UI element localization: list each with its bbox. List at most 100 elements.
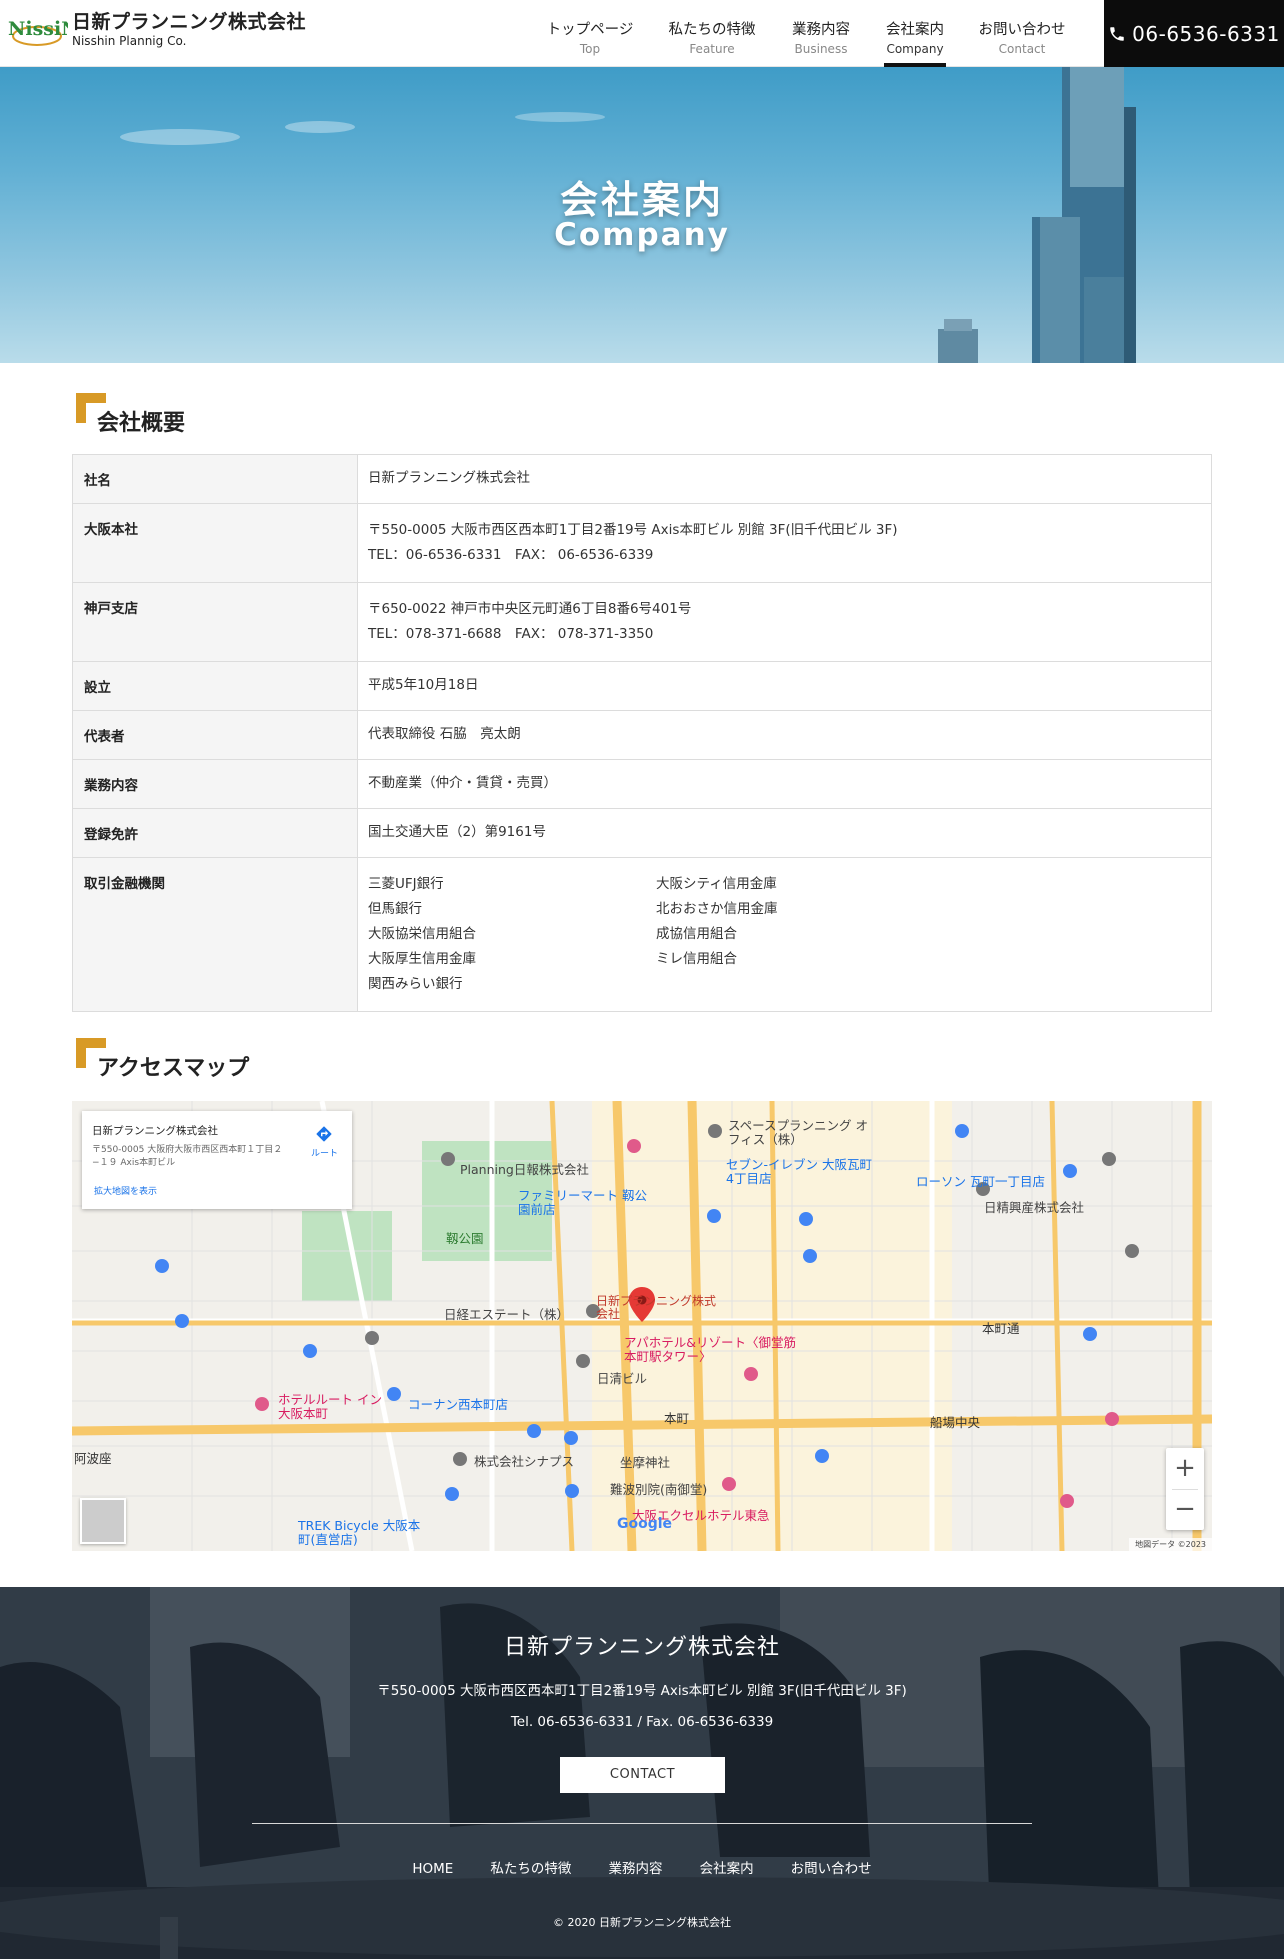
bank-item: ミレ信用組合	[656, 951, 737, 967]
site-header: NissiN 日新プランニング株式会社 Nisshin Plannig Co. …	[0, 0, 1284, 67]
bank-item: 三菱UFJ銀行	[368, 876, 444, 892]
nav-item-feature[interactable]: 私たちの特徴 Feature	[666, 0, 758, 67]
table-row: 社名 日新プランニング株式会社	[72, 454, 1212, 504]
row-label: 大阪本社	[72, 503, 358, 583]
map-card-address: 〒550-0005 大阪府大阪市西区西本町１丁目２−１９ Axis本町ビル	[92, 1145, 283, 1168]
map-label: スペースプランニング オフィス（株）	[728, 1118, 868, 1147]
directions-label: ルート	[310, 1149, 338, 1159]
nav-item-company[interactable]: 会社案内 Company	[884, 0, 946, 67]
bank-list: 三菱UFJ銀行 大阪シティ信用金庫 但馬銀行 北おおさか信用金庫 大阪協栄信用組…	[368, 872, 1201, 997]
zoom-divider	[1172, 1489, 1198, 1490]
map-label: 坐摩神社	[620, 1455, 671, 1470]
footer-nav-business[interactable]: 業務内容	[608, 1857, 662, 1877]
map-label: 日経エステート（株）	[444, 1307, 570, 1322]
map-type-toggle[interactable]	[80, 1498, 126, 1544]
osaka-address: 〒550-0005 大阪市西区西本町1丁目2番19号 Axis本町ビル 別館 3…	[368, 522, 898, 538]
nav-label-en: Feature	[689, 42, 735, 56]
overview-title: 会社概要	[97, 411, 186, 436]
map-label: アパホテル&リゾート〈御堂筋本町駅タワー〉	[624, 1335, 796, 1364]
map-label: コーナン西本町店	[408, 1397, 509, 1412]
row-value: 三菱UFJ銀行 大阪シティ信用金庫 但馬銀行 北おおさか信用金庫 大阪協栄信用組…	[357, 857, 1212, 1012]
footer-address: 〒550-0005 大阪市西区西本町1丁目2番19号 Axis本町ビル 別館 3…	[377, 1683, 907, 1699]
nav-label-en: Company	[886, 42, 944, 56]
phone-button[interactable]: 06-6536-6331	[1104, 0, 1284, 67]
osaka-tel-fax: TEL：06-6536-6331 FAX： 06-6536-6339	[368, 547, 654, 563]
brand-name-ja: 日新プランニング株式会社	[72, 11, 307, 33]
nav-label-ja: 業務内容	[792, 22, 850, 38]
table-row: 代表者 代表取締役 石脇 亮太朗	[72, 710, 1212, 760]
page-title: 会社案内	[559, 178, 724, 222]
marker-label: 日新プランニング株式会社	[596, 1294, 717, 1321]
footer-nav-company[interactable]: 会社案内	[700, 1857, 754, 1877]
logo-text: NissiN	[8, 18, 68, 40]
table-row: 登録免許 国土交通大臣（2）第9161号	[72, 808, 1212, 858]
map-label: ホテルルート イン大阪本町	[278, 1392, 382, 1421]
brand[interactable]: 日新プランニング株式会社 Nisshin Plannig Co.	[72, 10, 306, 48]
company-logo[interactable]: NissiN	[6, 10, 68, 50]
row-label: 業務内容	[72, 759, 358, 809]
bank-item: 関西みらい銀行	[368, 976, 463, 992]
bank-item: 大阪厚生信用金庫	[368, 951, 476, 967]
map-card-title: 日新プランニング株式会社	[92, 1125, 218, 1137]
nav-label-ja: 会社案内	[886, 22, 944, 38]
map-label: 難波別院(南御堂)	[610, 1482, 708, 1497]
larger-map-link[interactable]: 拡大地図を表示	[94, 1184, 157, 1197]
map-label: 阿波座	[74, 1451, 112, 1466]
phone-number: 06-6536-6331	[1132, 21, 1280, 46]
map-label: 株式会社シナプス	[474, 1454, 575, 1469]
map-label: 本町	[664, 1411, 690, 1426]
row-label: 社名	[72, 454, 358, 504]
nav-label-en: Contact	[998, 42, 1046, 56]
footer-tel-fax: Tel. 06-6536-6331 / Fax. 06-6536-6339	[510, 1714, 774, 1730]
access-map[interactable]: 日新プランニング株式会社 本町通 船場中央 本町 阿波座 靱公園 日経エステート…	[72, 1101, 1212, 1551]
bank-item: 大阪シティ信用金庫	[656, 876, 777, 892]
map-label: 船場中央	[930, 1415, 981, 1430]
page-subtitle: Company	[554, 217, 730, 253]
directions-button[interactable]: ルート	[311, 1125, 338, 1159]
footer-nav: HOME 私たちの特徴 業務内容 会社案内 お問い合わせ	[0, 1857, 1284, 1877]
zoom-out-button[interactable]: −	[1166, 1489, 1204, 1530]
bank-item: 成協信用組合	[656, 926, 737, 942]
map-label: Planning日報株式会社	[460, 1162, 589, 1177]
row-label: 取引金融機関	[72, 857, 358, 1012]
zoom-in-button[interactable]: +	[1166, 1448, 1204, 1489]
footer-nav-contact[interactable]: お問い合わせ	[791, 1857, 872, 1877]
map-label: TREK Bicycle 大阪本町(直営店)	[298, 1518, 421, 1547]
nav-item-business[interactable]: 業務内容 Business	[789, 0, 853, 67]
google-logo: Google	[617, 1516, 673, 1532]
nav-label-ja: 私たちの特徴	[668, 22, 756, 38]
row-value: 〒550-0005 大阪市西区西本町1丁目2番19号 Axis本町ビル 別館 3…	[357, 503, 1212, 583]
table-row: 設立 平成5年10月18日	[72, 661, 1212, 711]
row-label: 代表者	[72, 710, 358, 760]
brand-name-en: Nisshin Plannig Co.	[72, 34, 187, 48]
map-label: 日清ビル	[597, 1371, 648, 1386]
footer-nav-home[interactable]: HOME	[412, 1861, 453, 1877]
row-value: 日新プランニング株式会社	[357, 454, 1212, 504]
nav-item-contact[interactable]: お問い合わせ Contact	[976, 0, 1068, 67]
footer-nav-feature[interactable]: 私たちの特徴	[490, 1857, 571, 1877]
kobe-tel-fax: TEL：078-371-6688 FAX： 078-371-3350	[368, 626, 654, 642]
bank-item: 北おおさか信用金庫	[656, 901, 778, 917]
map-label: 靱公園	[446, 1231, 484, 1246]
company-info-table: 社名 日新プランニング株式会社 大阪本社 〒550-0005 大阪市西区西本町1…	[72, 454, 1212, 1012]
kobe-address: 〒650-0022 神戸市中央区元町通6丁目8番6号401号	[368, 601, 692, 617]
copyright: © 2020 日新プランニング株式会社	[553, 1916, 731, 1929]
row-value: 国土交通大臣（2）第9161号	[357, 808, 1212, 858]
table-row: 神戸支店 〒650-0022 神戸市中央区元町通6丁目8番6号401号 TEL：…	[72, 582, 1212, 662]
footer-company-name: 日新プランニング株式会社	[503, 1635, 780, 1660]
map-label: 本町通	[982, 1321, 1020, 1336]
table-row: 業務内容 不動産業（仲介・賃貸・売買）	[72, 759, 1212, 809]
map-info-card: 日新プランニング株式会社 〒550-0005 大阪府大阪市西区西本町１丁目２−１…	[82, 1111, 352, 1209]
row-value: 代表取締役 石脇 亮太朗	[357, 710, 1212, 760]
zoom-control: + −	[1166, 1448, 1204, 1530]
footer-divider	[252, 1823, 1032, 1824]
contact-button[interactable]: CONTACT	[560, 1757, 725, 1793]
nav-label-en: Top	[579, 42, 601, 56]
table-row: 大阪本社 〒550-0005 大阪市西区西本町1丁目2番19号 Axis本町ビル…	[72, 503, 1212, 583]
nav-label-en: Business	[794, 42, 848, 56]
row-value: 〒650-0022 神戸市中央区元町通6丁目8番6号401号 TEL：078-3…	[357, 582, 1212, 662]
row-value: 不動産業（仲介・賃貸・売買）	[357, 759, 1212, 809]
nav-item-top[interactable]: トップページ Top	[544, 0, 636, 67]
map-attribution[interactable]: 地図データ ©2023	[1129, 1538, 1212, 1551]
nav-label-ja: トップページ	[546, 22, 634, 38]
